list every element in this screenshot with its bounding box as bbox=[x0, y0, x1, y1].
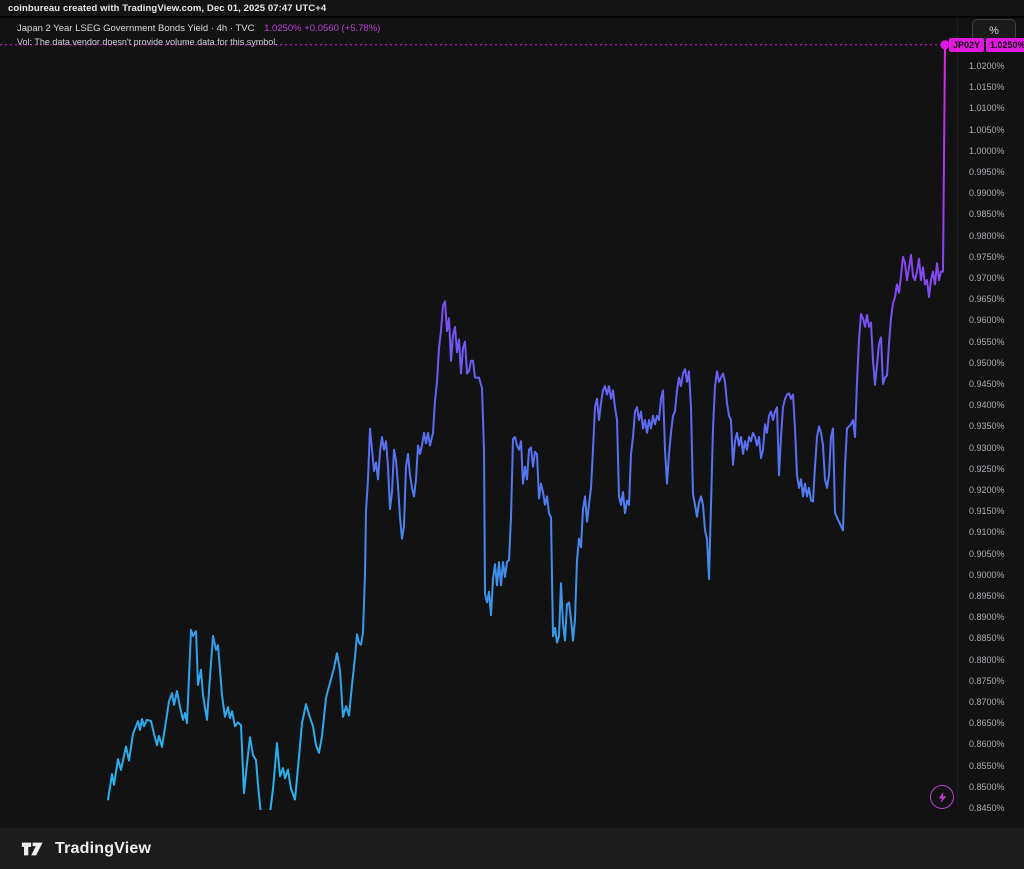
y-axis-tick: 0.8700% bbox=[969, 697, 1005, 707]
y-axis-tick: 1.0150% bbox=[969, 82, 1005, 92]
tradingview-wordmark[interactable]: TradingView bbox=[55, 840, 151, 858]
y-axis-tick: 0.8850% bbox=[969, 633, 1005, 643]
attribution-bar: coinbureau created with TradingView.com,… bbox=[0, 0, 1024, 18]
y-axis-tick: 0.8800% bbox=[969, 655, 1005, 665]
y-axis-tick: 0.8900% bbox=[969, 612, 1005, 622]
y-axis-tick: 0.9150% bbox=[969, 506, 1005, 516]
price-axis[interactable]: 1.0200% 1.0150% 1.0100% 1.0050% 1.0000% 0.995… bbox=[957, 18, 1024, 810]
y-axis-tick: 0.9400% bbox=[969, 400, 1005, 410]
symbol-title: Japan 2 Year LSEG Government Bonds Yield… bbox=[17, 23, 254, 34]
y-axis-tick: 0.9050% bbox=[969, 549, 1005, 559]
last-price-tag: JP02Y 1.0250% bbox=[949, 38, 1024, 52]
percent-scale-label: % bbox=[989, 25, 999, 37]
y-axis-tick: 0.8450% bbox=[969, 803, 1005, 813]
footer-brand-bar: TradingView bbox=[0, 828, 1024, 869]
y-axis-tick: 0.9250% bbox=[969, 464, 1005, 474]
y-axis-tick: 0.9600% bbox=[969, 315, 1005, 325]
y-axis-tick: 0.8500% bbox=[969, 782, 1005, 792]
y-axis-tick: 0.9700% bbox=[969, 273, 1005, 283]
tradingview-logo-icon[interactable] bbox=[21, 839, 47, 859]
y-axis-tick: 0.9450% bbox=[969, 379, 1005, 389]
last-price-change: 1.0250% +0.0560 (+5.78%) bbox=[264, 23, 380, 34]
price-value-tag: 1.0250% bbox=[986, 38, 1024, 52]
y-axis-tick: 1.0100% bbox=[969, 103, 1005, 113]
y-axis-tick: 0.8550% bbox=[969, 761, 1005, 771]
symbol-tag: JP02Y bbox=[949, 38, 984, 52]
y-axis-tick: 0.9650% bbox=[969, 294, 1005, 304]
y-axis-tick: 0.9200% bbox=[969, 485, 1005, 495]
y-axis-tick: 0.9300% bbox=[969, 443, 1005, 453]
y-axis-tick: 0.9750% bbox=[969, 252, 1005, 262]
y-axis-tick: 0.9550% bbox=[969, 337, 1005, 347]
y-axis-tick: 0.9000% bbox=[969, 570, 1005, 580]
y-axis-tick: 0.9100% bbox=[969, 527, 1005, 537]
y-axis-tick: 0.9350% bbox=[969, 421, 1005, 431]
y-axis-tick: 0.9900% bbox=[969, 188, 1005, 198]
instant-trading-button[interactable] bbox=[930, 785, 954, 809]
chart-legend[interactable]: Japan 2 Year LSEG Government Bonds Yield… bbox=[17, 22, 380, 49]
attribution-text: coinbureau created with TradingView.com,… bbox=[0, 3, 326, 14]
y-axis-tick: 0.9950% bbox=[969, 167, 1005, 177]
y-axis-tick: 1.0000% bbox=[969, 146, 1005, 156]
y-axis-tick: 0.8650% bbox=[969, 718, 1005, 728]
y-axis-tick: 0.9850% bbox=[969, 209, 1005, 219]
y-axis-tick: 0.8950% bbox=[969, 591, 1005, 601]
y-axis-tick: 1.0200% bbox=[969, 61, 1005, 71]
y-axis-tick: 0.8600% bbox=[969, 739, 1005, 749]
y-axis-tick: 1.0050% bbox=[969, 125, 1005, 135]
chart-area: Japan 2 Year LSEG Government Bonds Yield… bbox=[0, 18, 1024, 810]
lightning-icon bbox=[936, 791, 949, 804]
y-axis-tick: 0.8750% bbox=[969, 676, 1005, 686]
yield-series-line[interactable] bbox=[108, 45, 945, 810]
volume-note: Vol: The data vendor doesn't provide vol… bbox=[17, 36, 380, 49]
legend-symbol-row: Japan 2 Year LSEG Government Bonds Yield… bbox=[17, 22, 380, 35]
y-axis-tick: 0.9500% bbox=[969, 358, 1005, 368]
price-line-chart[interactable] bbox=[0, 18, 957, 810]
y-axis-tick: 0.9800% bbox=[969, 231, 1005, 241]
tradingview-chart-export: coinbureau created with TradingView.com,… bbox=[0, 0, 1024, 869]
